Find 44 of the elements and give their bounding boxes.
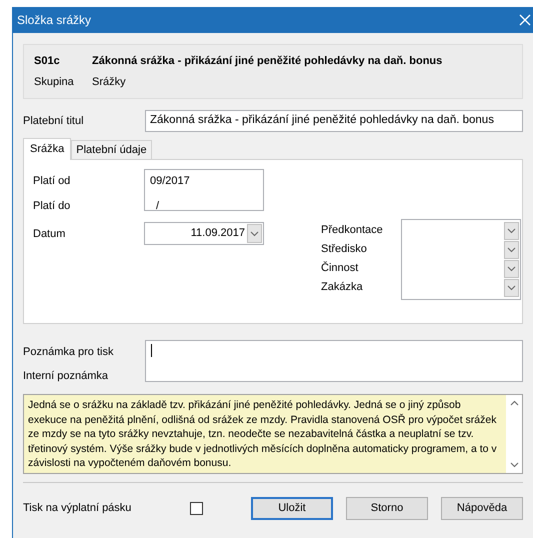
note-field[interactable] [145,340,523,382]
tab[interactable]: Platební údaje [71,140,152,159]
field-label: Datum [33,227,66,242]
field-label: Středisko [321,242,368,255]
dropdown-button[interactable] [504,260,519,278]
item-code: S01c [34,54,61,69]
scroll-up-icon [510,400,518,406]
close-icon[interactable] [519,14,531,26]
valid-from-value: 09/2017 [150,174,191,189]
date-value: 11.09.2017 [190,226,245,242]
chevron-down-icon [510,462,518,468]
date-field[interactable]: 11.09.2017 [144,222,264,245]
dropdown-button[interactable] [504,241,519,259]
window-title: Složka srážky [17,12,92,29]
item-name: Zákonná srážka - přikázání jiné peněžité pohledávky na daň. bonus [92,54,444,69]
field-label: Platí od [33,174,72,189]
field-label: Zakázka [321,280,364,293]
description-text: Jedná se o srážku na základě tzv. přikázání jiné peněžité pohledávky. Jedná se o jiný způsob exekuce na peněžitá plnění, odlišná od srážek ze mzdy. Pravidla stanovená OSŘ pro výpočet srážek ze mzdy se na tyto srážky nevztahuje, tzn. neodečte se nezabavitelná částka a neuplatní se tzv. třetinový systém. Výše srážky bude v jednotlivých měsících doplněna automaticky programem, a to v závislosti na vypočteném daňovém bonusu. [27,398,498,471]
dialog-button[interactable]: Storno [346,497,428,520]
dropdown-button[interactable] [504,222,519,240]
checkbox[interactable] [190,502,203,515]
chevron-down-icon [507,228,516,234]
chevron-down-icon [507,247,516,253]
chevron-down-icon [507,266,516,272]
dialog-button[interactable]: Uložit [251,497,333,520]
field-label: Poznámka pro tisk [23,345,114,360]
field-label: Předkontace [321,223,384,236]
field-label: Činnost [321,260,360,274]
dropdown-button[interactable] [504,279,519,297]
checkbox-label: Tisk na výplatní pásku [23,501,132,516]
chevron-down-icon [507,285,516,291]
dialog-button[interactable]: Nápověda [441,497,523,520]
validity-field[interactable]: 09/2017 / [144,169,264,211]
payment-title-field[interactable]: Zákonná srážka - přikázání jiné peněžité pohledávky na daň. bonus [145,110,523,132]
dropdown-button[interactable] [247,224,262,243]
group-label: Skupina [34,74,75,90]
lookup-field[interactable] [401,219,521,300]
chevron-down-icon [250,230,259,236]
field-label: Interní poznámka [23,368,109,384]
group-value: Srážky [92,74,127,90]
field-label: Platební titul [23,114,85,129]
valid-to-value: / [155,198,160,214]
tab[interactable]: Srážka [23,138,72,160]
field-label: Platí do [33,198,72,214]
